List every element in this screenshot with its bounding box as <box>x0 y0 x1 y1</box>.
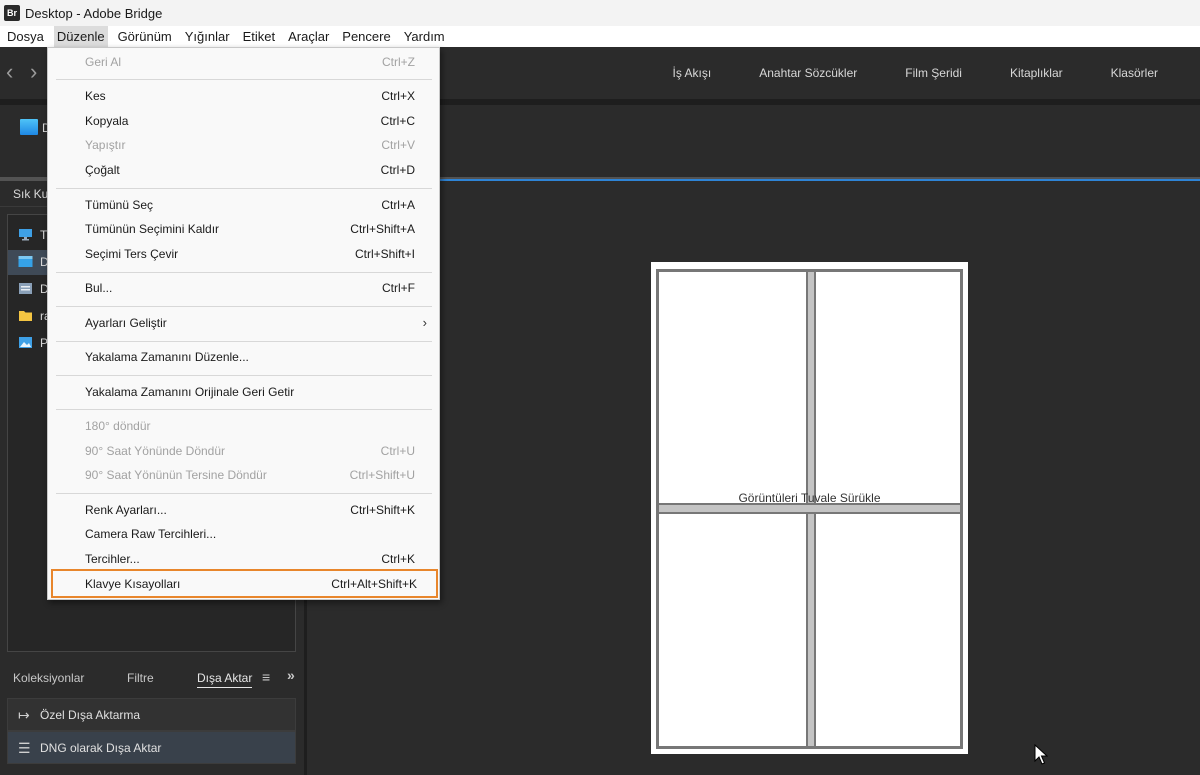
menu-item-keyboard-shortcuts[interactable]: Klavye Kısayolları Ctrl+Alt+Shift+K <box>51 569 438 598</box>
export-item-custom[interactable]: ↦ Özel Dışa Aktarma <box>7 698 296 731</box>
export-panel: Koleksiyonlar Filtre Dışa Aktar ≡ » ↦ Öz… <box>0 663 304 775</box>
menu-item-paste[interactable]: Yapıştır Ctrl+V <box>48 134 439 158</box>
tab-filter[interactable]: Filtre <box>127 671 154 685</box>
list-icon: ☰ <box>18 740 31 756</box>
menu-item-rotate-cw[interactable]: 90° Saat Yönünde Döndür Ctrl+U <box>48 440 439 464</box>
tab-collections[interactable]: Koleksiyonlar <box>13 671 84 685</box>
workspace-workflow[interactable]: İş Akışı <box>673 66 712 80</box>
canvas-page[interactable]: Görüntüleri Tuvale Sürükle <box>651 262 968 754</box>
workspace-folders[interactable]: Klasörler <box>1111 66 1158 80</box>
menu-label[interactable]: Etiket <box>240 26 279 47</box>
menu-item-edit-capture-time[interactable]: Yakalama Zamanını Düzenle... <box>48 346 439 370</box>
menu-item-rotate-ccw[interactable]: 90° Saat Yönünün Tersine Döndür Ctrl+Shi… <box>48 464 439 488</box>
menu-separator <box>56 79 432 80</box>
menu-separator <box>56 375 432 376</box>
canvas-drop-hint: Görüntüleri Tuvale Sürükle <box>738 491 881 505</box>
menu-item-find[interactable]: Bul... Ctrl+F <box>48 277 439 301</box>
menu-item-revert-capture-time[interactable]: Yakalama Zamanını Orijinale Geri Getir <box>48 381 439 405</box>
tab-export[interactable]: Dışa Aktar <box>197 671 253 688</box>
tab-favorites[interactable]: Sık Ku <box>13 187 48 201</box>
menu-item-camera-raw-prefs[interactable]: Camera Raw Tercihleri... <box>48 523 439 547</box>
mouse-cursor-icon <box>1034 744 1048 765</box>
menu-file[interactable]: Dosya <box>4 26 47 47</box>
menu-stacks[interactable]: Yığınlar <box>182 26 233 47</box>
menu-edit[interactable]: Düzenle <box>53 26 108 47</box>
expand-chevron-icon[interactable]: » <box>287 667 295 683</box>
monitor-icon <box>19 229 32 241</box>
workspace-libraries[interactable]: Kitaplıklar <box>1010 66 1063 80</box>
menu-help[interactable]: Yardım <box>401 26 448 47</box>
export-panel-tabs: Koleksiyonlar Filtre Dışa Aktar ≡ » <box>0 663 304 693</box>
menu-view[interactable]: Görünüm <box>115 26 175 47</box>
menu-separator <box>56 306 432 307</box>
pictures-icon <box>19 337 32 348</box>
canvas-layout-grid <box>656 269 963 749</box>
edit-menu-dropdown: Geri Al Ctrl+Z Kes Ctrl+X Kopyala Ctrl+C… <box>47 47 440 600</box>
desktop-icon <box>18 256 33 267</box>
documents-icon <box>19 283 32 294</box>
title-bar: Br Desktop - Adobe Bridge <box>0 0 1200 26</box>
menu-tools[interactable]: Araçlar <box>285 26 332 47</box>
menu-separator <box>56 409 432 410</box>
window-title: Desktop - Adobe Bridge <box>25 5 163 21</box>
menu-item-duplicate[interactable]: Çoğalt Ctrl+D <box>48 159 439 183</box>
desktop-icon <box>20 119 38 135</box>
menu-item-deselect-all[interactable]: Tümünün Seçimini Kaldır Ctrl+Shift+A <box>48 218 439 242</box>
menu-item-develop-settings[interactable]: Ayarları Geliştir › <box>48 312 439 336</box>
folder-icon <box>19 311 32 321</box>
menu-item-color-settings[interactable]: Renk Ayarları... Ctrl+Shift+K <box>48 499 439 523</box>
content-area: Görüntüleri Tuvale Sürükle <box>307 181 1200 775</box>
export-item-dng[interactable]: ☰ DNG olarak Dışa Aktar <box>7 731 296 764</box>
workspace-switcher: İş Akışı Anahtar Sözcükler Film Şeridi K… <box>673 47 1200 99</box>
forward-arrow-icon[interactable]: › <box>30 60 37 84</box>
menu-window[interactable]: Pencere <box>339 26 393 47</box>
export-icon: ↦ <box>18 707 30 723</box>
menu-item-undo[interactable]: Geri Al Ctrl+Z <box>48 51 439 75</box>
menu-bar: Dosya Düzenle Görünüm Yığınlar Etiket Ar… <box>0 26 1200 47</box>
menu-item-select-all[interactable]: Tümünü Seç Ctrl+A <box>48 194 439 218</box>
back-arrow-icon[interactable]: ‹ <box>6 60 13 84</box>
menu-separator <box>56 493 432 494</box>
menu-item-cut[interactable]: Kes Ctrl+X <box>48 85 439 109</box>
menu-separator <box>56 272 432 273</box>
panel-menu-icon[interactable]: ≡ <box>262 669 270 685</box>
menu-item-copy[interactable]: Kopyala Ctrl+C <box>48 110 439 134</box>
menu-item-invert-selection[interactable]: Seçimi Ters Çevir Ctrl+Shift+I <box>48 243 439 267</box>
workspace-filmstrip[interactable]: Film Şeridi <box>905 66 962 80</box>
workspace-keywords[interactable]: Anahtar Sözcükler <box>759 66 857 80</box>
menu-separator <box>56 188 432 189</box>
submenu-arrow-icon: › <box>422 315 427 330</box>
menu-item-rotate-180[interactable]: 180° döndür <box>48 415 439 439</box>
menu-separator <box>56 341 432 342</box>
bridge-app-icon: Br <box>4 5 20 21</box>
